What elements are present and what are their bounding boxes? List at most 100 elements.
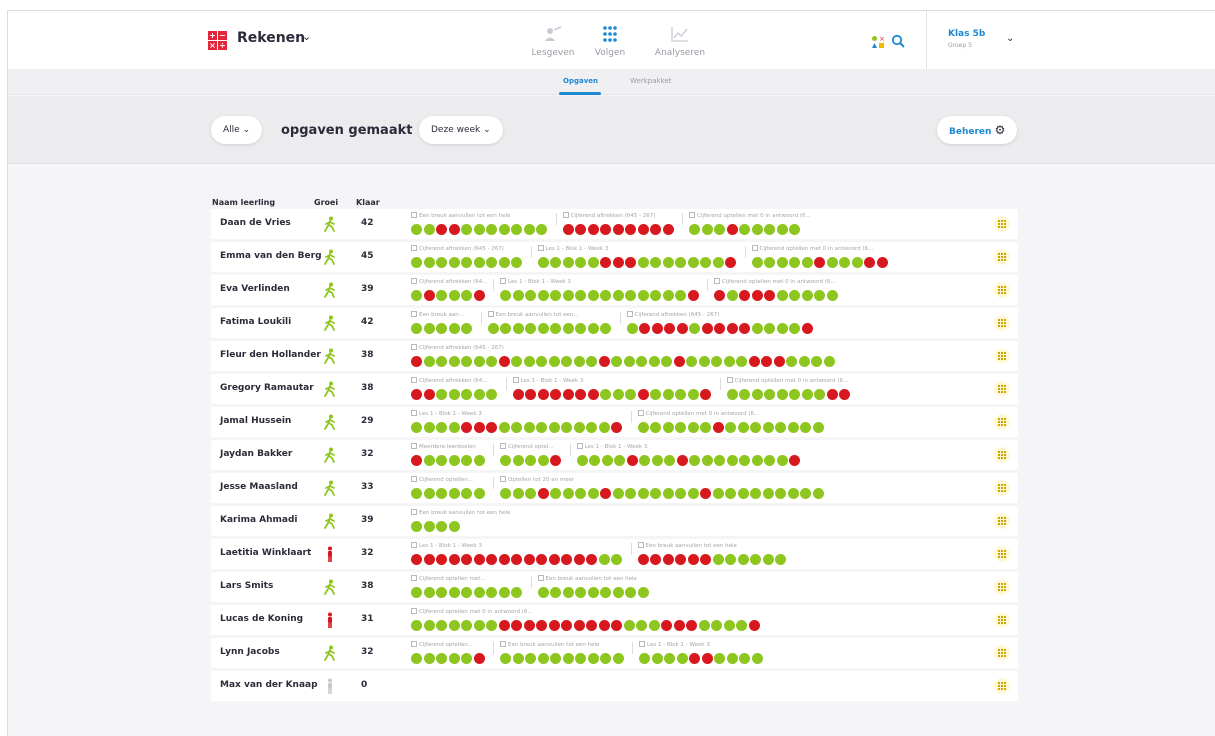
result-dot-correct[interactable] (448, 356, 460, 367)
result-dot-correct[interactable] (525, 653, 536, 664)
result-dot-correct[interactable] (512, 488, 524, 499)
result-dot-correct[interactable] (436, 290, 447, 301)
result-dot-correct[interactable] (814, 290, 825, 301)
result-dot-wrong[interactable] (486, 422, 497, 433)
result-dot-correct[interactable] (423, 488, 435, 499)
table-row[interactable]: Fatima Loukili 42 Een breuk aan... Een breu… (211, 308, 1018, 338)
result-dot-correct[interactable] (411, 488, 422, 499)
goal-segment[interactable]: Cijferend optellen met 0 in antwoord (6.… (689, 212, 811, 235)
result-dot-wrong[interactable] (701, 323, 713, 334)
result-dot-correct[interactable] (648, 620, 660, 631)
result-dot-wrong[interactable] (700, 554, 711, 565)
result-dot-correct[interactable] (662, 422, 674, 433)
tab-werkpakket[interactable]: Werkpakket (630, 77, 671, 85)
result-dot-wrong[interactable] (461, 422, 472, 433)
result-dot-correct[interactable] (500, 488, 511, 499)
result-dot-wrong[interactable] (411, 389, 422, 400)
result-dot-correct[interactable] (675, 290, 686, 301)
result-dot-wrong[interactable] (448, 554, 460, 565)
result-dot-correct[interactable] (764, 389, 775, 400)
result-dot-wrong[interactable] (536, 554, 547, 565)
result-dot-correct[interactable] (800, 488, 811, 499)
result-dot-correct[interactable] (512, 290, 524, 301)
result-dot-correct[interactable] (423, 323, 435, 334)
result-dot-wrong[interactable] (548, 554, 560, 565)
goal-segment[interactable]: Een breuk aanvullen tot een hele (500, 641, 625, 664)
result-dot-correct[interactable] (751, 389, 763, 400)
result-dot-correct[interactable] (575, 653, 586, 664)
result-dot-wrong[interactable] (600, 224, 611, 235)
result-dot-correct[interactable] (826, 257, 838, 268)
result-dot-correct[interactable] (812, 488, 824, 499)
result-dot-correct[interactable] (650, 488, 661, 499)
result-dot-wrong[interactable] (612, 224, 624, 235)
result-dot-correct[interactable] (550, 653, 561, 664)
result-dot-correct[interactable] (448, 290, 460, 301)
result-dot-correct[interactable] (723, 620, 735, 631)
result-dot-correct[interactable] (486, 224, 497, 235)
result-dot-correct[interactable] (423, 620, 435, 631)
result-dot-correct[interactable] (423, 257, 435, 268)
goal-segment[interactable]: Optellen tot 20 en meer (500, 476, 825, 499)
result-dot-correct[interactable] (801, 257, 813, 268)
result-dot-correct[interactable] (423, 422, 435, 433)
result-dot-correct[interactable] (698, 356, 710, 367)
result-dot-correct[interactable] (789, 323, 800, 334)
result-dot-correct[interactable] (789, 290, 800, 301)
result-dot-correct[interactable] (687, 389, 699, 400)
result-dot-wrong[interactable] (675, 554, 686, 565)
result-dot-correct[interactable] (448, 323, 460, 334)
result-dot-correct[interactable] (751, 323, 763, 334)
result-dot-correct[interactable] (725, 488, 736, 499)
result-dot-correct[interactable] (473, 488, 485, 499)
result-dot-wrong[interactable] (689, 653, 700, 664)
result-dot-correct[interactable] (600, 653, 611, 664)
result-dot-correct[interactable] (839, 257, 850, 268)
result-dot-correct[interactable] (436, 587, 447, 598)
result-dot-correct[interactable] (726, 389, 738, 400)
result-dot-correct[interactable] (448, 620, 460, 631)
result-dot-wrong[interactable] (473, 290, 485, 301)
result-dot-wrong[interactable] (801, 323, 813, 334)
row-overview-icon[interactable] (994, 282, 1010, 298)
result-dot-correct[interactable] (586, 422, 597, 433)
table-row[interactable]: Lars Smits 38 Cijferend optellen met... Een… (211, 572, 1018, 602)
result-dot-correct[interactable] (575, 587, 586, 598)
math-tools-icon[interactable]: × (871, 35, 885, 49)
result-dot-correct[interactable] (498, 224, 510, 235)
result-dot-correct[interactable] (639, 455, 650, 466)
result-dot-correct[interactable] (676, 653, 688, 664)
result-dot-correct[interactable] (739, 224, 750, 235)
result-dot-correct[interactable] (537, 653, 549, 664)
result-dot-correct[interactable] (550, 323, 561, 334)
result-dot-correct[interactable] (461, 488, 472, 499)
result-dot-correct[interactable] (461, 224, 472, 235)
result-dot-correct[interactable] (776, 290, 788, 301)
result-dot-correct[interactable] (776, 323, 788, 334)
student-name[interactable]: Max van der Knaap (220, 680, 318, 690)
result-dot-wrong[interactable] (725, 257, 736, 268)
result-dot-correct[interactable] (448, 488, 460, 499)
result-dot-correct[interactable] (650, 389, 661, 400)
result-dot-correct[interactable] (536, 224, 547, 235)
result-dot-correct[interactable] (498, 587, 510, 598)
result-dot-correct[interactable] (423, 653, 435, 664)
result-dot-correct[interactable] (637, 290, 649, 301)
result-dot-correct[interactable] (587, 290, 599, 301)
result-dot-correct[interactable] (600, 290, 611, 301)
result-dot-correct[interactable] (537, 323, 549, 334)
result-dot-wrong[interactable] (661, 620, 672, 631)
result-dot-correct[interactable] (789, 257, 800, 268)
student-name[interactable]: Gregory Ramautar (220, 383, 314, 393)
table-row[interactable]: Jaydan Bakker 32 Meerdere leerdoelen Cijfer… (211, 440, 1018, 470)
row-overview-icon[interactable] (994, 381, 1010, 397)
result-dot-correct[interactable] (587, 257, 599, 268)
class-name[interactable]: Klas 5b (948, 29, 985, 39)
result-dot-correct[interactable] (789, 224, 800, 235)
result-dot-correct[interactable] (689, 224, 700, 235)
result-dot-correct[interactable] (587, 653, 599, 664)
result-dot-correct[interactable] (562, 653, 574, 664)
result-dot-correct[interactable] (714, 224, 725, 235)
result-dot-correct[interactable] (736, 356, 747, 367)
result-dot-wrong[interactable] (498, 356, 510, 367)
